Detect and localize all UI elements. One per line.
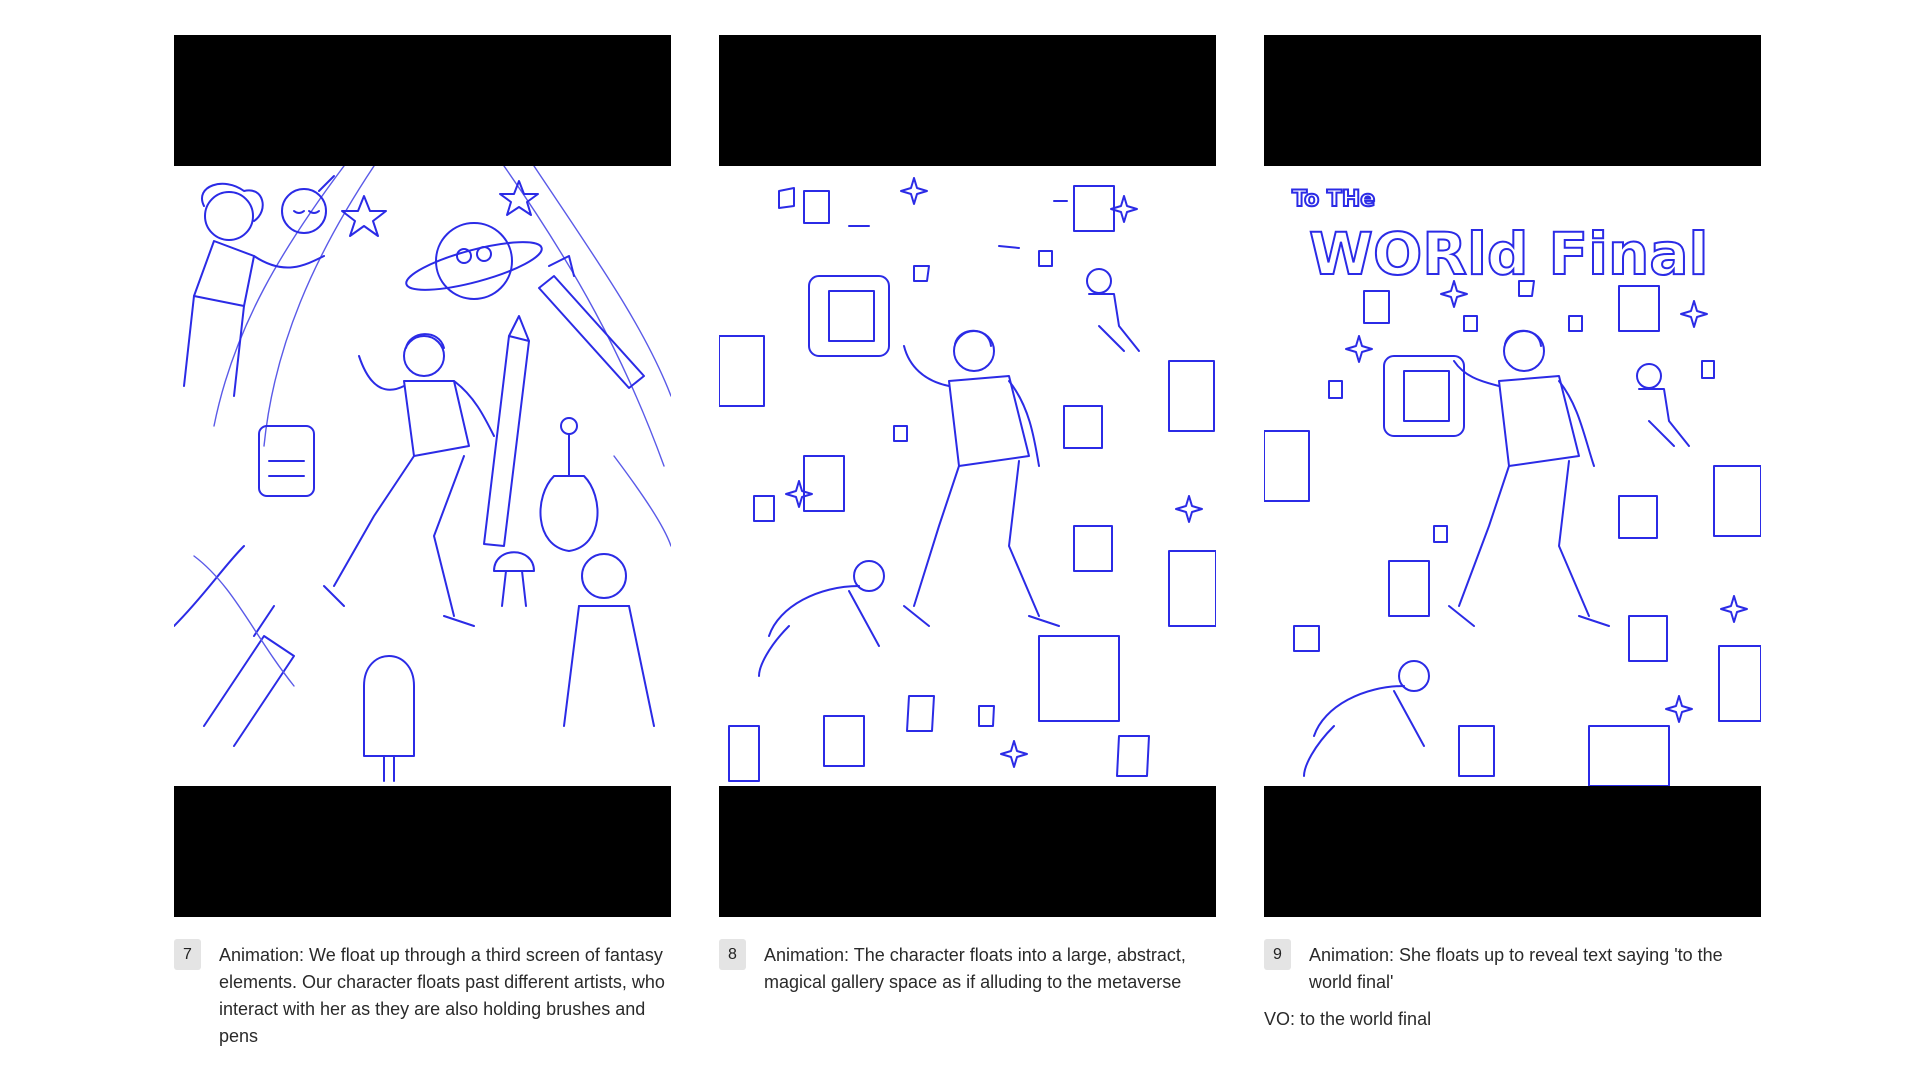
storyboard-frame-9: To THe WORld Final (1264, 35, 1761, 917)
storyboard-frame-7 (174, 35, 671, 917)
frame-9-illustration: To THe WORld Final (1264, 166, 1761, 786)
world-final-reveal-sketch: To THe WORld Final (1264, 186, 1761, 786)
artwork-title-line2: WORld Final (1309, 220, 1708, 288)
fantasy-elements-sketch (174, 166, 671, 782)
frame-description: Animation: She floats up to reveal text … (1309, 945, 1723, 992)
frame-number-badge: 7 (174, 939, 201, 970)
frame-description: Animation: The character floats into a l… (764, 945, 1186, 992)
frame-description: Animation: We float up through a third s… (219, 945, 665, 1046)
gallery-space-sketch (719, 177, 1216, 782)
frame-7-illustration (174, 166, 671, 786)
frame-8-illustration (719, 166, 1216, 786)
storyboard-frame-8 (719, 35, 1216, 917)
frame-number-badge: 9 (1264, 939, 1291, 970)
artwork-title-line1: To THe (1292, 187, 1375, 212)
voice-over-line: VO: to the world final (1264, 1009, 1432, 1029)
frame-number-badge: 8 (719, 939, 746, 970)
